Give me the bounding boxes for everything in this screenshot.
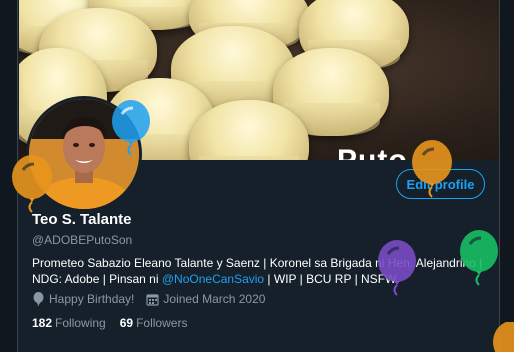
username: @ADOBEPutoSon	[32, 233, 133, 247]
followers-label: Followers	[136, 316, 188, 330]
balloon-icon	[112, 100, 150, 156]
birthday-text: Happy Birthday!	[49, 292, 135, 306]
following-label: Following	[55, 316, 106, 330]
bio-mention-link[interactable]: @NoOneCanSavio	[162, 272, 264, 286]
balloon-icon	[460, 230, 498, 286]
balloon-icon	[12, 155, 52, 213]
followers-count: 69	[119, 316, 134, 330]
balloon-icon	[378, 240, 416, 296]
balloon-icon	[493, 322, 514, 352]
followers-link[interactable]: 69 Followers	[120, 316, 188, 330]
bio: Prometeo Sabazio Eleano Talante y Saenz …	[32, 255, 500, 287]
balloon-icon	[33, 292, 44, 306]
follow-stats: 182 Following 69 Followers	[32, 316, 201, 330]
following-count: 182	[32, 316, 53, 330]
following-link[interactable]: 182 Following	[32, 316, 106, 330]
birthday-item: Happy Birthday!	[32, 292, 134, 306]
joined-text: Joined March 2020	[163, 292, 266, 306]
joined-item: Joined March 2020	[146, 292, 265, 306]
banner-text: Puto	[337, 144, 408, 160]
balloon-icon	[412, 140, 452, 198]
profile-meta: Happy Birthday! Joined March 2020	[32, 292, 277, 306]
calendar-icon	[146, 293, 159, 306]
right-column	[499, 0, 514, 352]
display-name: Teo S. Talante	[32, 211, 132, 228]
